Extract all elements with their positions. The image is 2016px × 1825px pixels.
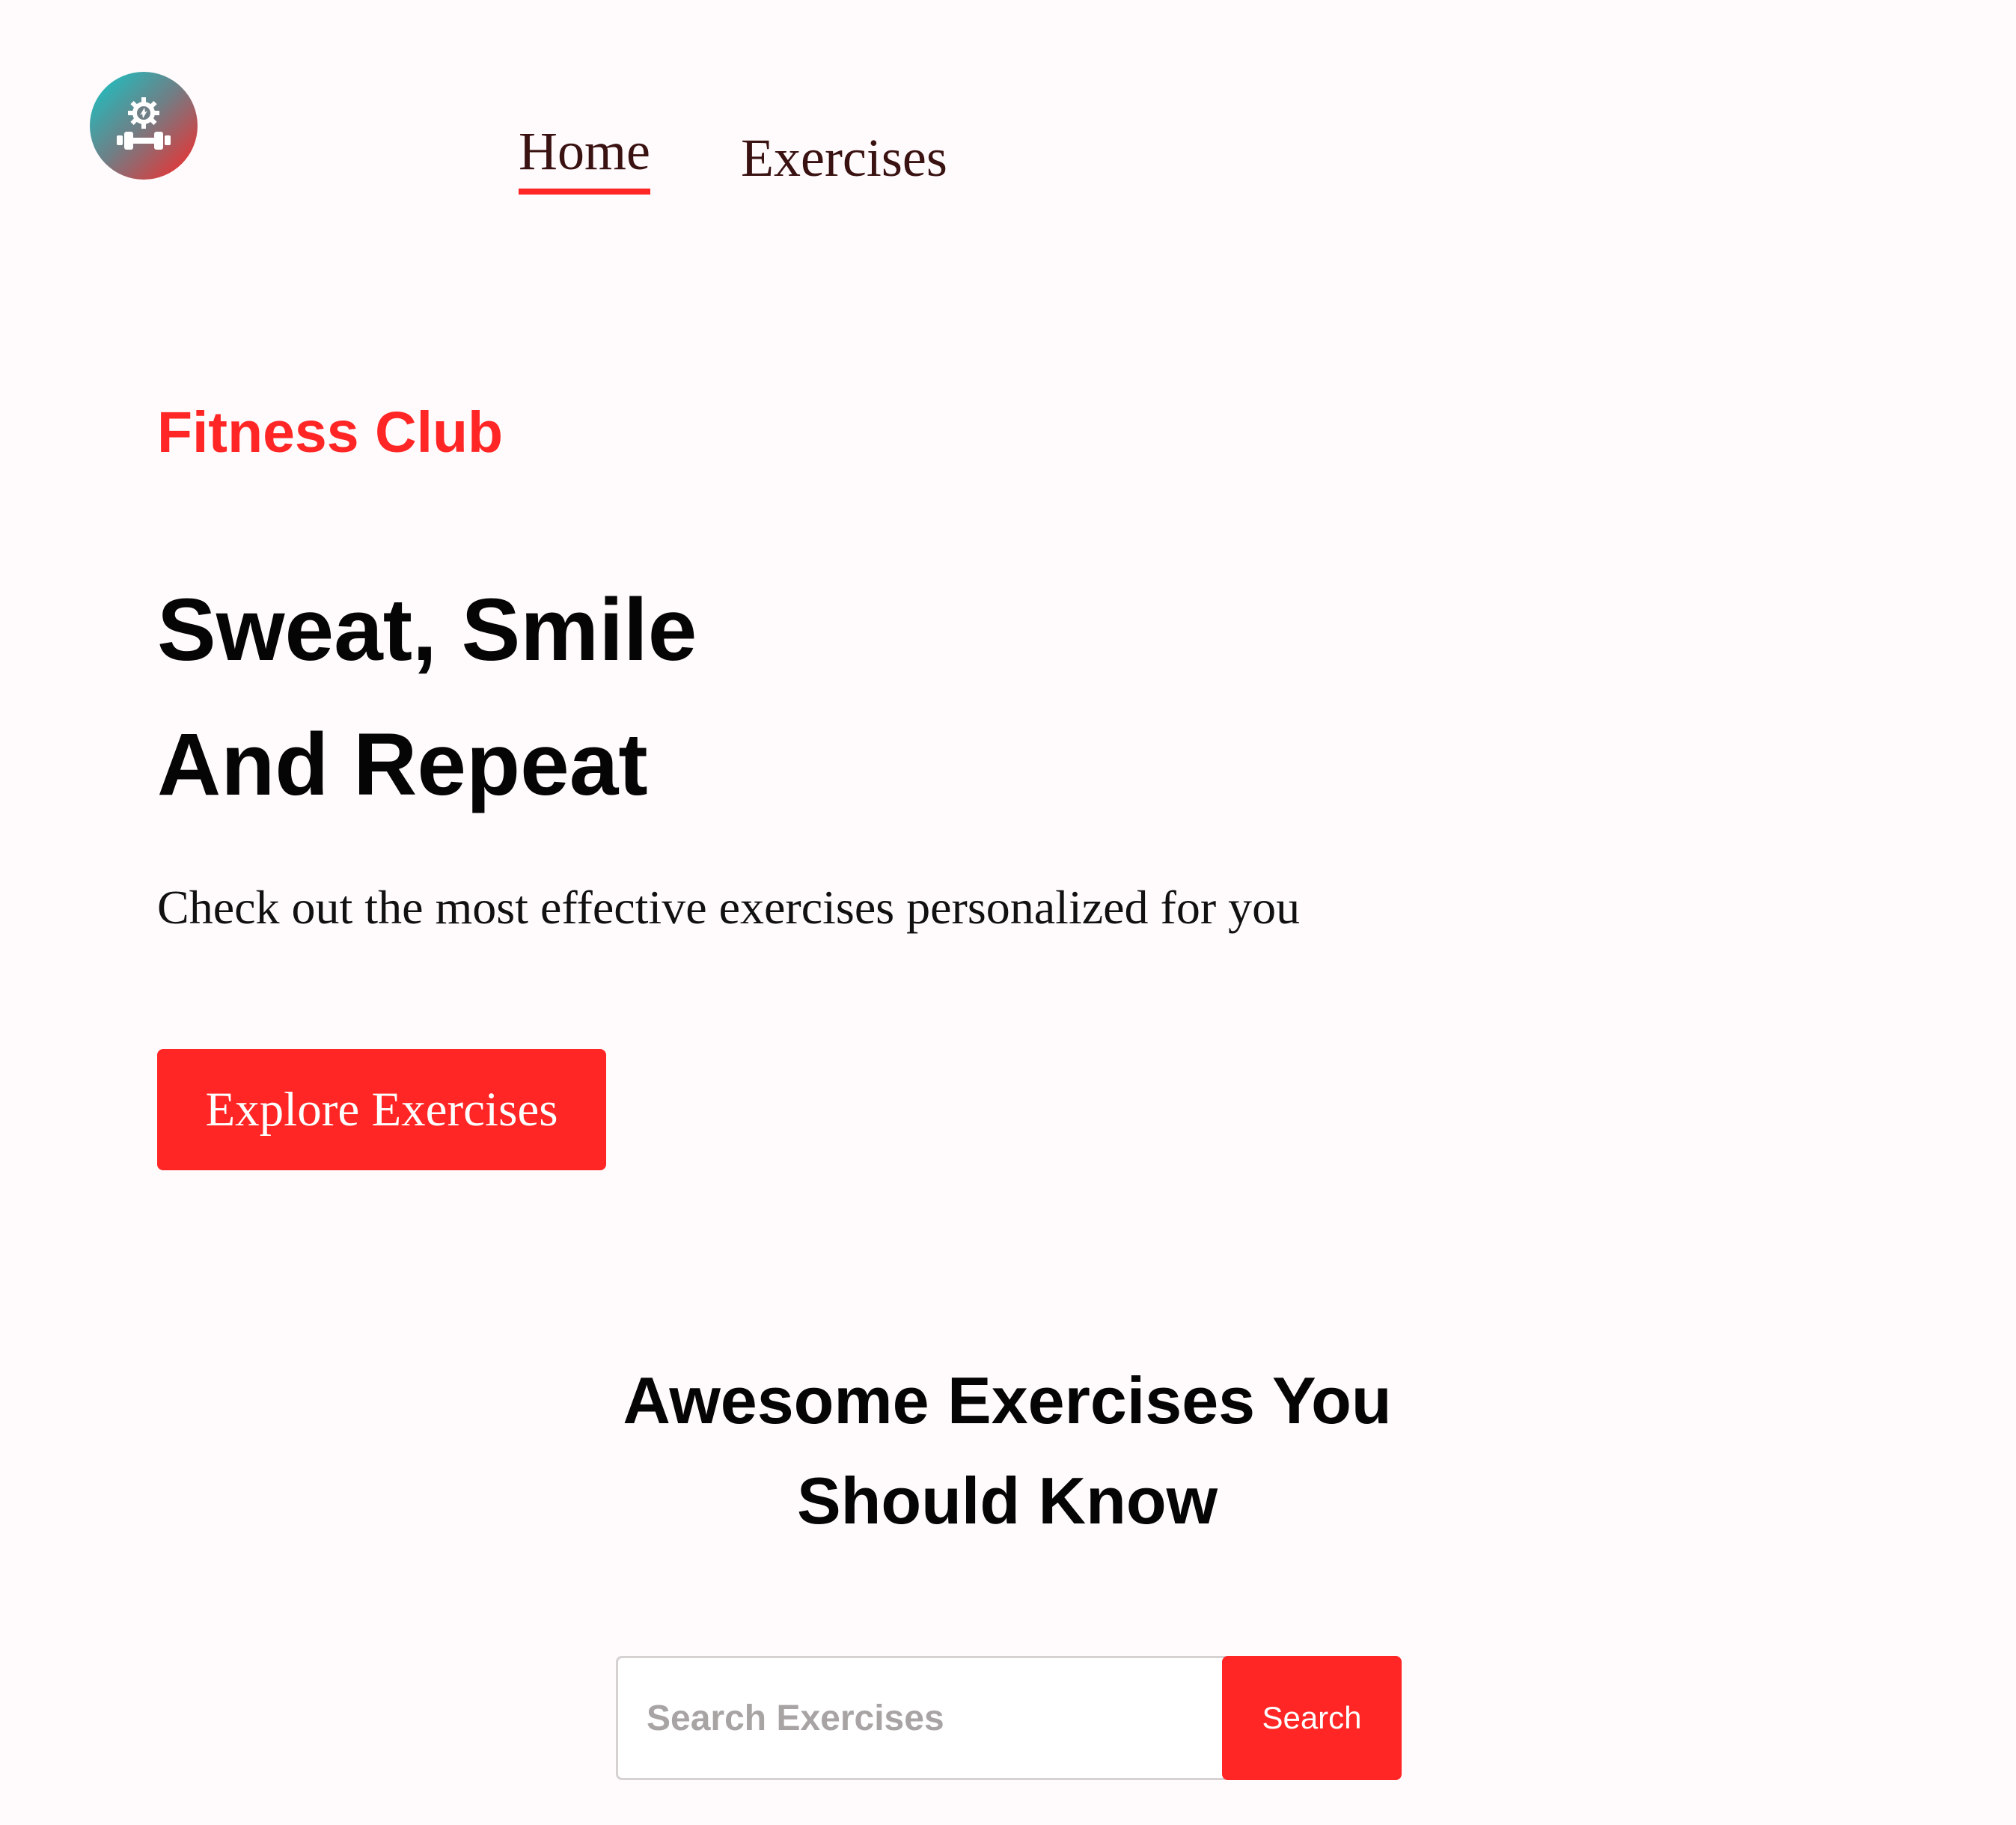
hero-title: Sweat, Smile And Repeat (157, 563, 697, 832)
brand-logo[interactable] (90, 72, 198, 180)
section-heading-line-2: Should Know (796, 1464, 1218, 1538)
nav-link-exercises[interactable]: Exercises (741, 131, 947, 185)
search-input[interactable] (616, 1656, 1230, 1780)
section-heading-line-1: Awesome Exercises You (623, 1363, 1392, 1437)
section-heading: Awesome Exercises You Should Know (521, 1351, 1494, 1551)
explore-exercises-button[interactable]: Explore Exercises (157, 1049, 606, 1170)
search-bar: Search (616, 1656, 1402, 1780)
hero-title-line-2: And Repeat (157, 715, 648, 814)
nav-link-home[interactable]: Home (519, 124, 650, 195)
hero-kicker: Fitness Club (157, 400, 504, 465)
search-button[interactable]: Search (1222, 1656, 1402, 1780)
dumbbell-gear-icon (117, 97, 171, 150)
hero-title-line-1: Sweat, Smile (157, 581, 697, 679)
hero-subtitle: Check out the most effective exercises p… (157, 881, 1301, 934)
